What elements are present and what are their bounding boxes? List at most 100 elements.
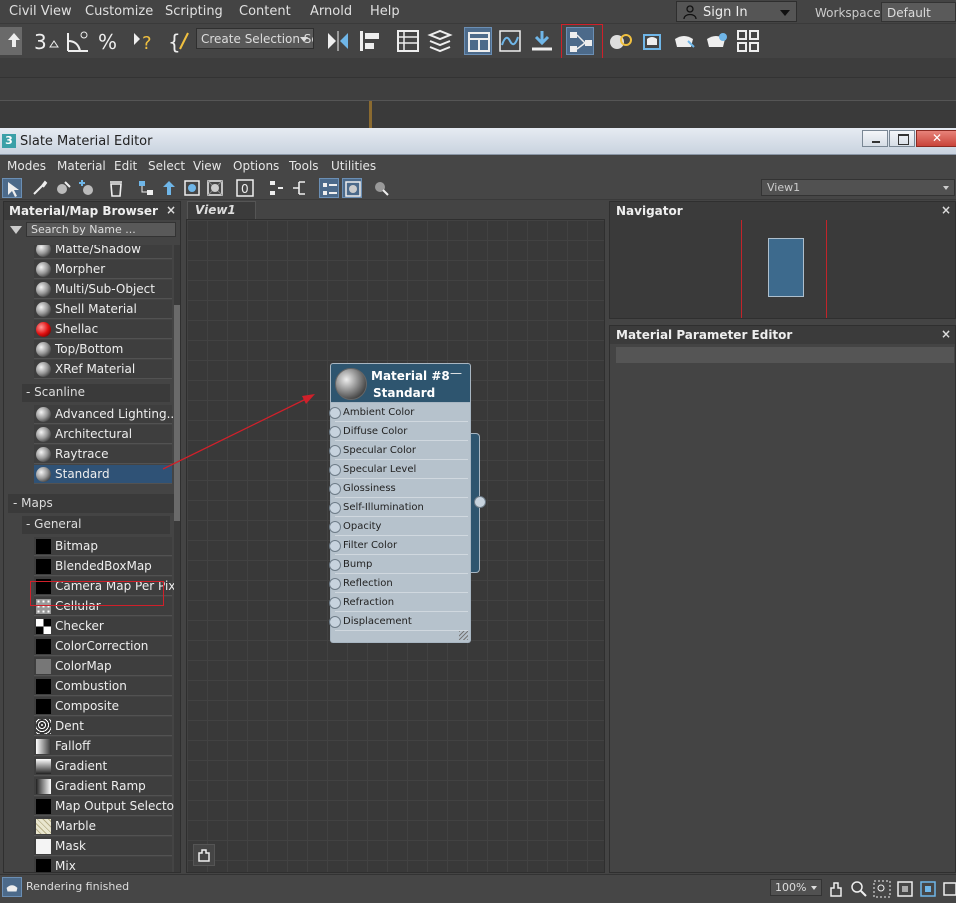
pick-material-icon[interactable] [30, 178, 50, 198]
browser-item-material[interactable]: Shellac [34, 320, 172, 339]
browser-item-map[interactable]: Marble [34, 817, 172, 836]
browser-item-map[interactable]: Gradient Ramp [34, 777, 172, 796]
move-children-icon[interactable] [136, 178, 156, 198]
input-socket[interactable] [329, 426, 341, 438]
angle-snap-icon[interactable] [64, 27, 92, 55]
browser-item-scanline[interactable]: Raytrace [34, 445, 172, 464]
close-icon[interactable]: × [166, 203, 176, 217]
input-socket[interactable] [329, 597, 341, 609]
browser-item-material[interactable]: Top/Bottom [34, 340, 172, 359]
input-socket[interactable] [329, 483, 341, 495]
window-titlebar[interactable]: 3 Slate Material Editor ✕ [0, 128, 956, 155]
input-socket[interactable] [329, 502, 341, 514]
node-slot[interactable]: Specular Level [329, 461, 468, 479]
sign-in-dropdown[interactable]: Sign In [676, 1, 797, 22]
browser-item-material[interactable]: Matte/Shadow [34, 245, 172, 259]
select-tool-icon[interactable] [2, 178, 22, 198]
zoom-extents-icon[interactable] [895, 879, 915, 899]
browser-item-map[interactable]: Composite [34, 697, 172, 716]
show-map-in-viewport-icon[interactable] [182, 178, 202, 198]
input-socket[interactable] [329, 559, 341, 571]
menu-scripting[interactable]: Scripting [165, 4, 223, 19]
menu-edit[interactable]: Edit [114, 159, 137, 173]
select-by-material-icon[interactable] [371, 178, 391, 198]
parameter-editor-name-field[interactable] [616, 347, 954, 363]
node-slot[interactable]: Displacement [329, 613, 468, 631]
search-input[interactable] [26, 222, 176, 237]
node-slot[interactable]: Glossiness [329, 480, 468, 498]
snap-3d-icon[interactable]: 3 [32, 27, 60, 55]
view-select-dropdown[interactable]: View1 [761, 179, 955, 196]
browser-item-map[interactable]: Falloff [34, 737, 172, 756]
zoom-extents-selected-icon[interactable] [918, 879, 938, 899]
layout-children-icon[interactable] [289, 178, 309, 198]
browser-item-scanline[interactable]: Architectural [34, 425, 172, 444]
maximize-view-icon[interactable] [940, 879, 956, 899]
browser-scrollbar[interactable] [174, 245, 180, 872]
menu-options[interactable]: Options [233, 159, 279, 173]
node-view-canvas[interactable]: Material #8 Standard — Ambient Color Dif… [186, 219, 605, 873]
toggle-ribbon-icon[interactable] [464, 27, 492, 55]
material-map-browser-toggle-icon[interactable] [319, 178, 339, 198]
scene-explorer-icon[interactable] [394, 27, 422, 55]
layer-explorer-icon[interactable] [426, 27, 454, 55]
dope-sheet-icon[interactable] [528, 27, 556, 55]
menu-civil-view[interactable]: Civil View [9, 4, 72, 19]
mirror-icon[interactable] [324, 27, 352, 55]
undo-button[interactable] [0, 27, 22, 55]
node-slot[interactable]: Specular Color [329, 442, 468, 460]
minimize-button[interactable] [862, 130, 888, 147]
node-slot[interactable]: Self-Illumination [329, 499, 468, 517]
close-icon[interactable]: × [941, 327, 951, 341]
tab-view1[interactable]: View1 [187, 201, 256, 219]
hide-unused-slots-icon[interactable] [159, 178, 179, 198]
browser-item-map[interactable]: Gradient [34, 757, 172, 776]
menu-customize[interactable]: Customize [85, 4, 153, 19]
render-teapot-icon[interactable] [2, 877, 22, 897]
grid-layout-icon[interactable] [734, 27, 762, 55]
selection-set-dropdown[interactable]: Create Selection Set [196, 28, 314, 49]
menu-modes[interactable]: Modes [7, 159, 46, 173]
menu-help[interactable]: Help [370, 4, 400, 19]
input-socket[interactable] [329, 540, 341, 552]
browser-item-material[interactable]: Multi/Sub-Object [34, 280, 172, 299]
input-socket[interactable] [329, 578, 341, 590]
put-to-scene-icon[interactable] [76, 178, 96, 198]
navigator-view[interactable] [610, 220, 955, 318]
browser-item-map[interactable]: Map Output Selector [34, 797, 174, 816]
parameter-editor-toggle-icon[interactable] [342, 178, 362, 198]
menu-arnold[interactable]: Arnold [310, 4, 352, 19]
material-node[interactable]: Material #8 Standard — Ambient Color Dif… [329, 363, 486, 643]
node-collapse-icon[interactable]: — [450, 366, 462, 380]
render-production-icon[interactable] [702, 27, 730, 55]
menu-tools[interactable]: Tools [289, 159, 319, 173]
node-header[interactable]: Material #8 Standard — [330, 363, 471, 403]
browser-item-map[interactable]: Dent [34, 717, 172, 736]
spinner-snap-icon[interactable]: ? [128, 27, 156, 55]
menu-view[interactable]: View [193, 159, 221, 173]
node-slot[interactable]: Ambient Color [329, 404, 468, 422]
node-slot[interactable]: Refraction [329, 594, 468, 612]
browser-item-map[interactable]: ColorCorrection [34, 637, 172, 656]
browser-item-material[interactable]: Shell Material [34, 300, 172, 319]
show-background-icon[interactable] [205, 178, 225, 198]
input-socket[interactable] [329, 616, 341, 628]
browser-item-map[interactable]: Combustion [34, 677, 172, 696]
menu-utilities[interactable]: Utilities [331, 159, 376, 173]
close-icon[interactable]: × [941, 203, 951, 217]
delete-icon[interactable] [106, 178, 126, 198]
align-icon[interactable] [356, 27, 384, 55]
browser-item-scanline[interactable]: Advanced Lighting... [34, 405, 174, 424]
layout-all-icon[interactable] [266, 178, 286, 198]
render-setup-icon[interactable] [638, 27, 666, 55]
menu-content[interactable]: Content [239, 4, 291, 19]
node-slot[interactable]: Reflection [329, 575, 468, 593]
browser-item-map[interactable]: Bitmap [34, 537, 172, 556]
browser-item-scanline[interactable]: Standard [34, 465, 172, 484]
material-editor-icon[interactable] [606, 27, 634, 55]
browser-item-map[interactable]: BlendedBoxMap [34, 557, 172, 576]
browser-item-map[interactable]: Mask [34, 837, 172, 856]
browser-item-map[interactable]: Mix [34, 857, 172, 872]
input-socket[interactable] [329, 445, 341, 457]
input-socket[interactable] [329, 407, 341, 419]
